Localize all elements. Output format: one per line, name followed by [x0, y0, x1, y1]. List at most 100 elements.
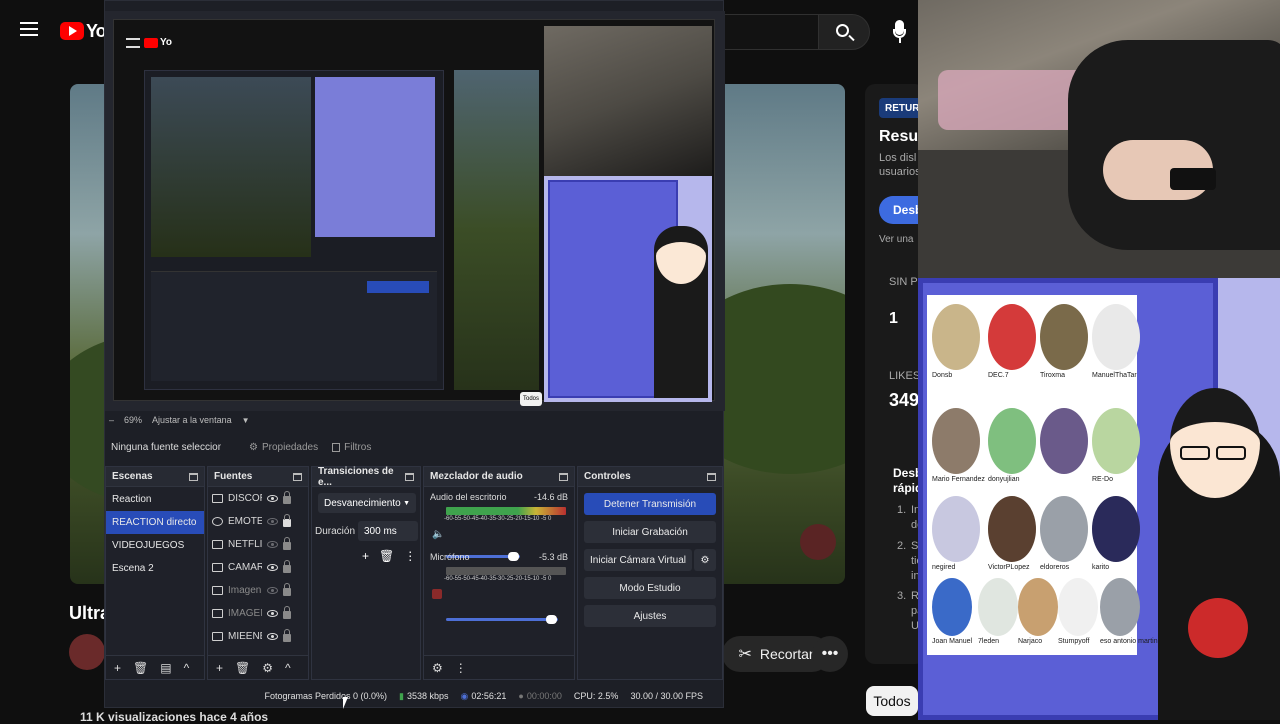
trash-icon[interactable]: 🗑 — [379, 549, 394, 563]
more-icon[interactable]: ••• — [812, 636, 848, 672]
window-icon — [212, 540, 223, 549]
more-icon[interactable]: ⋮ — [404, 549, 416, 563]
emote-name: 7leden — [978, 638, 1000, 645]
eye-off-icon[interactable] — [267, 587, 278, 594]
start-recording-button[interactable]: Iniciar Grabación — [584, 521, 716, 543]
emote-name: DEC.7 — [988, 372, 1009, 379]
see-more-link[interactable]: Ver una — [879, 234, 913, 245]
zoom-bar: – 69% Ajustar a la ventana ▼ — [109, 413, 309, 427]
dock-icon[interactable] — [189, 472, 198, 481]
emote-avatar — [1058, 578, 1098, 636]
zoom-out-icon[interactable]: – — [109, 415, 114, 425]
scene-item-selected[interactable]: REACTION directo — [106, 511, 204, 534]
speaker-icon[interactable]: 🔈 — [432, 529, 444, 540]
channel-avatar[interactable] — [69, 634, 105, 670]
step-number: 1. — [897, 504, 907, 516]
stream-icon: ◉ — [460, 690, 469, 701]
eye-icon[interactable] — [267, 495, 278, 502]
source-item[interactable]: EMOTES — [208, 510, 308, 533]
stop-stream-button[interactable]: Detener Transmisión — [584, 493, 716, 515]
mixer-toolbar: ⚙ ⋮ — [424, 655, 574, 679]
mute-icon[interactable] — [432, 589, 442, 599]
filter-icon — [332, 442, 341, 452]
search-box[interactable] — [720, 14, 818, 50]
eye-icon[interactable] — [267, 564, 278, 571]
stream-timer: ◉ 02:56:21 — [460, 690, 507, 702]
gear-icon[interactable]: ⚙ — [694, 549, 716, 571]
gear-icon[interactable]: ⚙ — [432, 661, 443, 675]
source-item[interactable]: DISCOR — [208, 487, 308, 510]
add-icon[interactable]: + — [362, 549, 369, 563]
scene-item[interactable]: VIDEOJUEGOS — [106, 534, 204, 557]
audio-meter — [446, 567, 566, 575]
lock-icon[interactable] — [283, 606, 291, 619]
source-item[interactable]: Imagen — [208, 579, 308, 602]
filter-icon[interactable]: ▤ — [160, 661, 171, 675]
virtual-camera-button[interactable]: Iniciar Cámara Virtual — [584, 549, 692, 571]
scene-item[interactable]: Escena 2 — [106, 557, 204, 580]
dock-icon[interactable] — [293, 472, 302, 481]
dropped-frames: Fotogramas Perdidos 0 (0.0%) — [264, 691, 388, 701]
eye-off-icon[interactable] — [267, 518, 278, 525]
fit-to-window[interactable]: Ajustar a la ventana — [152, 415, 232, 425]
lock-icon[interactable] — [283, 583, 291, 596]
lock-icon[interactable] — [283, 537, 291, 550]
zoom-level: 69% — [124, 415, 143, 425]
dock-icon[interactable] — [559, 472, 568, 481]
source-item[interactable]: IMAGEN — [208, 602, 308, 625]
lock-icon[interactable] — [283, 560, 291, 573]
search-button[interactable] — [818, 14, 870, 50]
mic-icon[interactable] — [886, 14, 914, 50]
slider-handle[interactable] — [546, 615, 557, 624]
lock-icon[interactable] — [283, 629, 291, 642]
menu-icon[interactable] — [20, 22, 38, 36]
source-item[interactable]: CAMAR — [208, 556, 308, 579]
dock-icon[interactable] — [707, 472, 716, 481]
eye-icon[interactable] — [267, 610, 278, 617]
channel-watermark-icon — [800, 524, 836, 560]
duration-input[interactable]: 300 ms — [358, 521, 418, 541]
phone — [1170, 168, 1216, 190]
eye-icon[interactable] — [267, 633, 278, 640]
emote-avatar — [1100, 578, 1140, 636]
lock-icon[interactable] — [283, 491, 291, 504]
more-icon[interactable]: ⋮ — [455, 661, 467, 675]
chevron-down-icon[interactable]: ▼ — [242, 416, 250, 425]
settings-button[interactable]: Ajustes — [584, 605, 716, 627]
add-icon[interactable]: + — [114, 661, 121, 675]
scenes-panel: Escenas Reaction REACTION directo VIDEOJ… — [105, 466, 205, 680]
youtube-logo-icon[interactable] — [60, 22, 84, 40]
gear-icon[interactable]: ⚙ — [262, 661, 273, 675]
studio-mode-button[interactable]: Modo Estudio — [584, 577, 716, 599]
audio-mixer-panel: Mezclador de audio Audio del escritorio … — [423, 466, 575, 680]
transition-select[interactable]: Desvanecimiento ▼ — [318, 493, 416, 513]
channel-name: Audio del escritorio — [430, 492, 507, 502]
properties-button[interactable]: ⚙ Propiedades — [249, 442, 318, 453]
search-icon — [836, 24, 849, 37]
trash-icon[interactable]: 🗑 — [133, 661, 148, 675]
emote-name: Joan Manuel — [932, 638, 973, 645]
lock-icon[interactable] — [283, 514, 291, 527]
panel-desc-2: usuarios — [879, 166, 921, 178]
chevron-up-icon[interactable]: ^ — [285, 661, 291, 675]
source-item[interactable]: MIEENB — [208, 625, 308, 648]
eye-off-icon[interactable] — [267, 541, 278, 548]
panel-stat-label: SIN P — [889, 276, 918, 288]
no-source-label: Ninguna fuente seleccionad — [111, 441, 221, 453]
nested-video — [454, 70, 539, 390]
add-icon[interactable]: + — [216, 661, 223, 675]
status-bar: Fotogramas Perdidos 0 (0.0%) ▮ 3538 kbps … — [105, 685, 725, 707]
emote-avatar — [1092, 496, 1140, 562]
emote-avatar — [1040, 496, 1088, 562]
chip-all[interactable]: Todos — [866, 686, 918, 716]
emote-name: Tiroxma — [1040, 372, 1066, 379]
volume-slider[interactable] — [446, 615, 558, 624]
filters-button[interactable]: Filtros — [332, 442, 371, 453]
chevron-up-icon[interactable]: ^ — [184, 661, 190, 675]
slider-handle[interactable] — [508, 552, 519, 561]
dock-icon[interactable] — [405, 472, 414, 481]
source-item[interactable]: NETFLI — [208, 533, 308, 556]
obs-preview[interactable]: Yo Todos — [105, 11, 725, 411]
scene-item[interactable]: Reaction — [106, 488, 204, 511]
trash-icon[interactable]: 🗑 — [235, 661, 250, 675]
